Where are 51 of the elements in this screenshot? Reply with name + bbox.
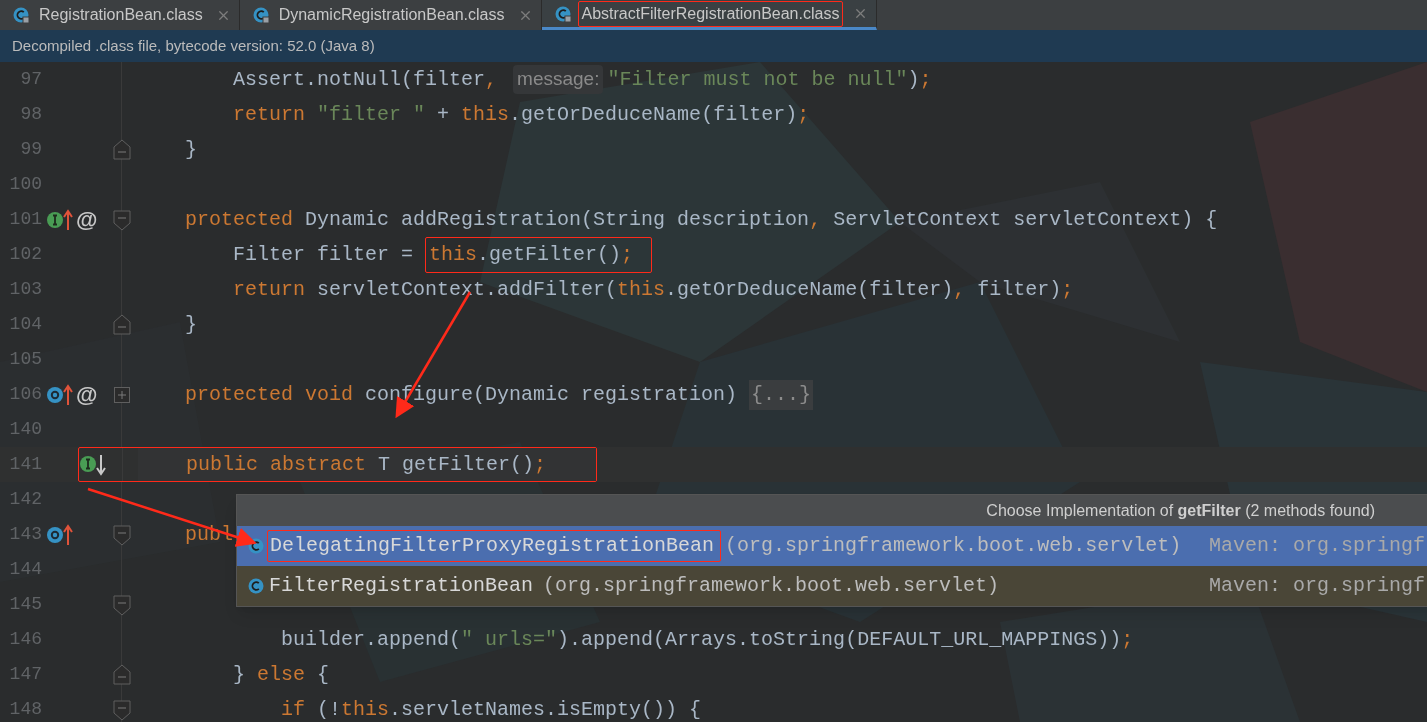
code-text: protected Dynamic addRegistration(String description, ServletContext servletContext) { [184, 206, 1218, 233]
class-file-icon [553, 4, 572, 23]
code-text: if (!this.servletNames.isEmpty()) { [280, 696, 702, 722]
package-name: (org.springframework.boot.web.servlet) [725, 533, 1182, 559]
code-text: Assert.notNull(filter, [232, 66, 499, 93]
line-number: 148 [8, 698, 42, 721]
line-number: 146 [8, 628, 42, 651]
line-number: 99 [19, 138, 42, 161]
line-number: 147 [8, 663, 42, 686]
class-icon [247, 537, 265, 555]
line-number: 104 [8, 313, 42, 336]
line-number: 103 [8, 278, 42, 301]
override-up-icon[interactable] [46, 383, 74, 406]
code-text: return "filter " + this.getOrDeduceName(filter); [232, 101, 810, 128]
marked-code: this.getFilter(); [425, 236, 653, 273]
class-file-icon [251, 6, 270, 24]
class-icon [247, 577, 265, 595]
line-number: 98 [19, 103, 42, 126]
implementation-item[interactable]: DelegatingFilterProxyRegistrationBean (org.springframework.boot.web.servlet) Maven: org.springf [237, 526, 1427, 566]
class-file-icon [12, 6, 30, 24]
line-number: 102 [8, 243, 42, 266]
popup-title: Choose Implementation of getFilter (2 methods found) [986, 500, 1375, 521]
editor-tab[interactable]: AbstractFilterRegistrationBean.class [541, 0, 878, 30]
info-text: Decompiled .class file, bytecode version: 52.0 (Java 8) [12, 35, 375, 56]
expand-icon[interactable] [113, 386, 130, 403]
line-number: 105 [8, 348, 42, 371]
class-name: FilterRegistrationBean [268, 573, 535, 599]
parameter-hint: message: [513, 65, 604, 94]
interface-up-icon[interactable] [46, 208, 74, 231]
library-name: Maven: org.springf [1209, 533, 1426, 559]
code-text: } [184, 136, 197, 163]
code-text: Filter filter = [232, 241, 415, 268]
code-text: "Filter must not be null"); [607, 66, 932, 93]
code-text: } [184, 311, 197, 338]
annotation-mark[interactable]: @ [76, 378, 98, 411]
implemented-down-icon[interactable] [79, 453, 107, 476]
library-name: Maven: org.springf [1209, 573, 1426, 599]
line-number: 101 [8, 208, 42, 231]
folded-code[interactable]: {...} [749, 379, 814, 410]
line-number: 145 [8, 593, 42, 616]
override-up-icon[interactable] [46, 523, 74, 546]
line-number: 100 [8, 173, 42, 196]
code-text: public abstract T getFilter(); [185, 451, 547, 478]
code-text: } else { [232, 661, 330, 688]
package-name: (org.springframework.boot.web.servlet) [543, 573, 1000, 599]
line-number: 97 [19, 68, 42, 91]
annotation-mark[interactable]: @ [76, 203, 98, 236]
implementation-item[interactable]: FilterRegistrationBean (org.springframework.boot.web.servlet) Maven: org.springf [237, 566, 1427, 606]
code-text: return servletContext.addFilter(this.getOrDeduceName(filter), filter); [232, 276, 1074, 303]
class-name: DelegatingFilterProxyRegistrationBean [267, 530, 722, 562]
code-text: builder.append(" urls=").append(Arrays.toString(DEFAULT_URL_MAPPINGS)); [280, 626, 1134, 653]
